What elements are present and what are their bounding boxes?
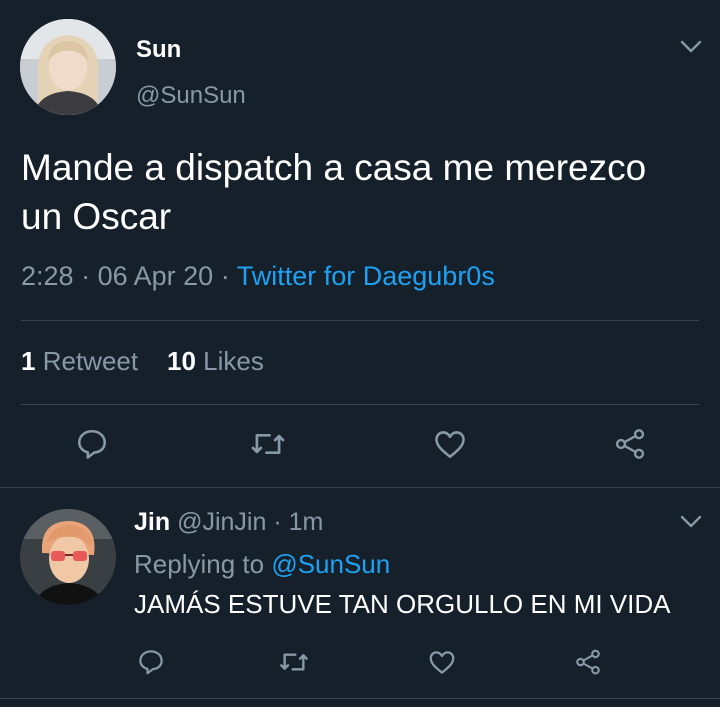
reply-author-avatar[interactable] [20,509,116,605]
meta-separator: · [220,261,230,291]
divider [21,404,699,405]
author-avatar[interactable] [20,19,116,115]
retweets-label: Retweet [42,346,139,376]
reply-icon [77,429,107,459]
tweet-text: Mande a dispatch a casa me merezco un Os… [21,147,647,237]
retweet-icon [251,433,285,455]
retweet-button[interactable] [246,422,290,466]
reply-like-button[interactable] [424,644,460,680]
tweet-source-link[interactable]: Twitter for Daegubr0s [237,261,495,291]
replying-prefix: Replying to [134,549,265,579]
tweet-time: 2:28 [21,261,74,291]
likes-stat[interactable]: 10 Likes [167,346,264,376]
share-button[interactable] [608,422,652,466]
author-handle[interactable]: @SunSun [136,82,246,110]
like-button[interactable] [428,422,472,466]
heart-icon [435,431,465,459]
reply-icon [139,650,163,675]
heart-icon [429,651,455,674]
section-divider [0,487,720,488]
tweet-date: 06 Apr 20 [97,261,214,291]
replying-to-link[interactable]: @SunSun [271,549,390,579]
retweets-stat[interactable]: 1 Retweet [21,346,138,376]
chevron-down-icon[interactable] [680,515,702,529]
tweet-meta: 2:28 · 06 Apr 20 · Twitter for Daegubr0s [21,261,495,292]
reply-button[interactable] [70,422,114,466]
reply-retweet-button[interactable] [276,644,312,680]
chevron-down-icon[interactable] [680,40,702,54]
likes-count: 10 [167,346,196,376]
reply-author-handle[interactable]: @JinJin [177,508,266,536]
share-icon [615,429,645,459]
share-icon [576,649,600,675]
retweet-icon [280,653,308,671]
reply-separator: · [273,508,282,536]
author-name[interactable]: Sun [136,36,181,64]
reply-time: 1m [288,508,324,536]
reply-reply-button[interactable] [133,644,169,680]
retweets-count: 1 [21,346,36,376]
section-divider [0,698,720,699]
meta-separator: · [81,261,91,291]
likes-label: Likes [203,346,264,376]
main-tweet: Sun @SunSun Mande a dispatch a casa me m… [0,0,720,488]
reply-author-name[interactable]: Jin [134,508,170,536]
reply-share-button[interactable] [570,644,606,680]
tweet-stats: 1 Retweet 10 Likes [21,346,264,377]
replying-to: Replying to @SunSun [134,549,390,580]
reply-text: JAMÁS ESTUVE TAN ORGULLO EN MI VIDA [134,589,671,619]
divider [21,320,699,321]
reply-header: Jin @JinJin · 1m [134,508,323,537]
